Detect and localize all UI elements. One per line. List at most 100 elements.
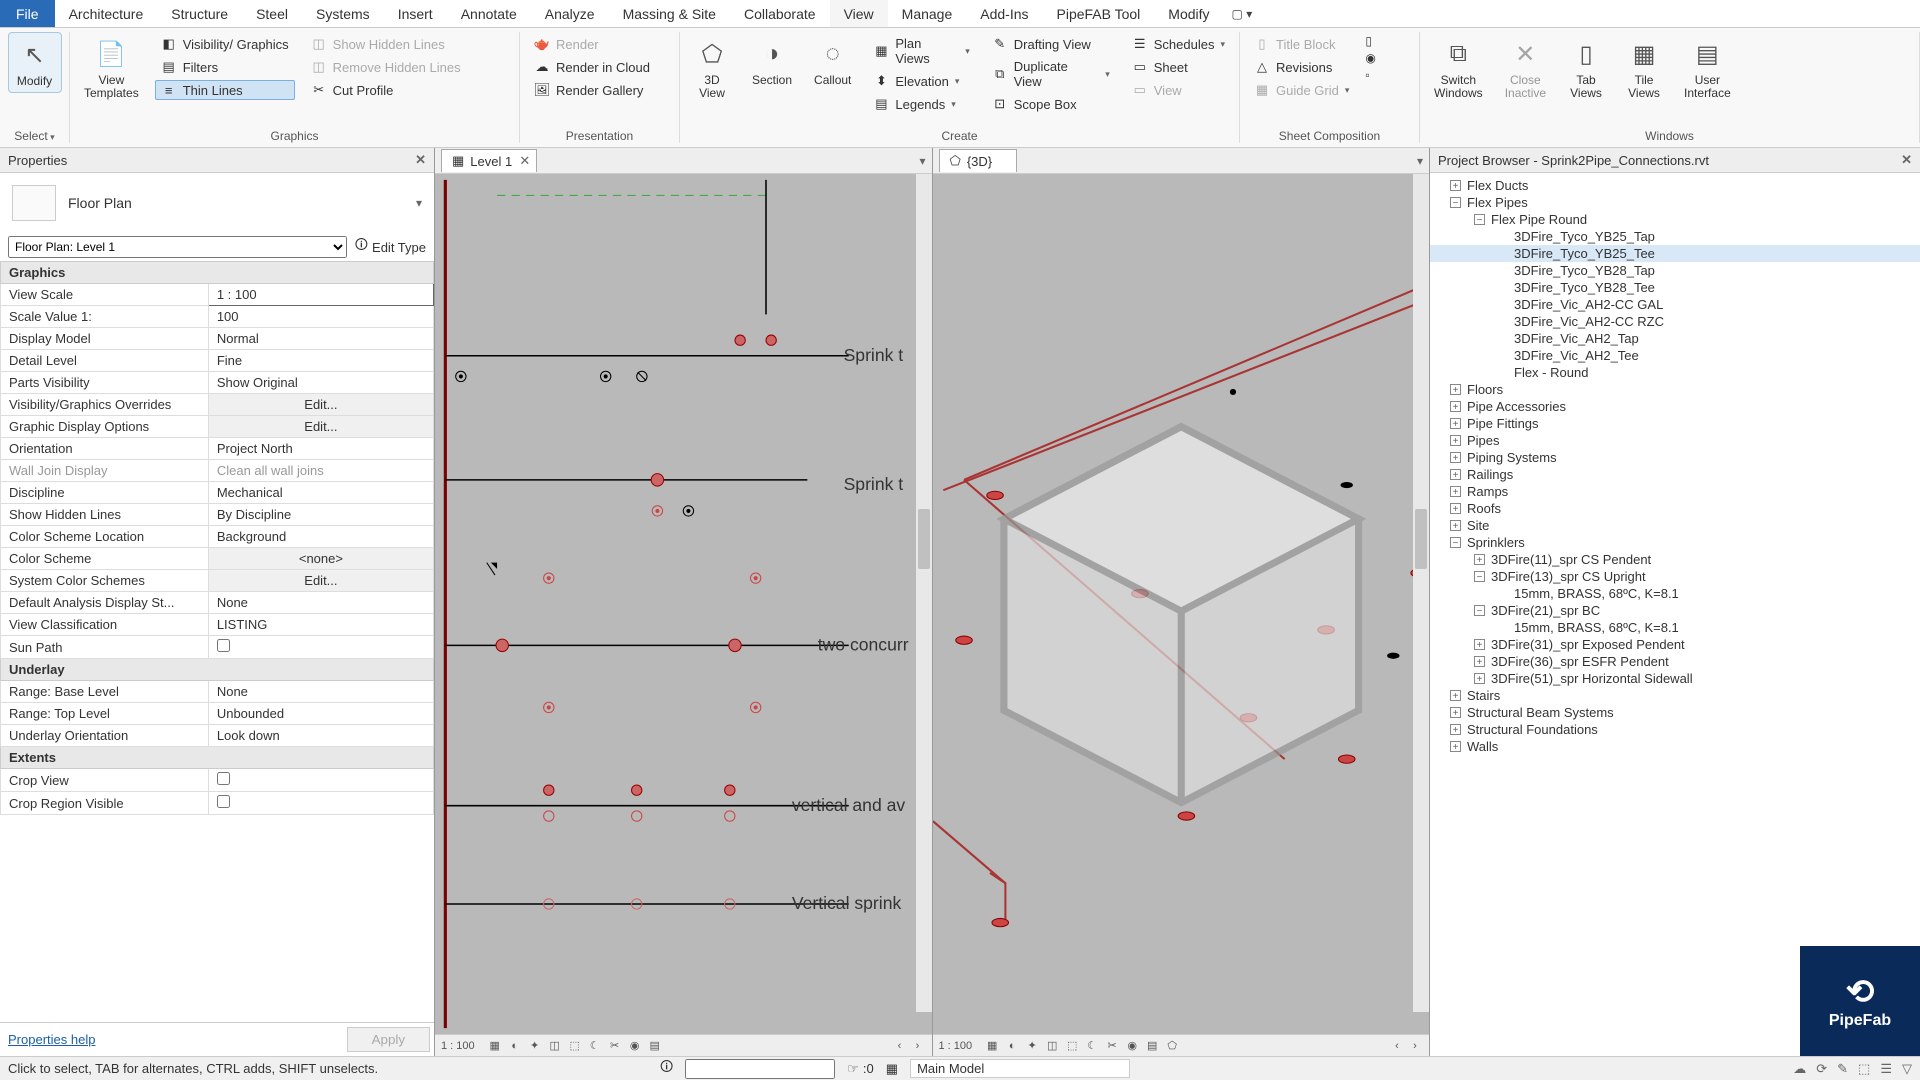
menu-massing[interactable]: Massing & Site <box>609 0 730 27</box>
tree-node[interactable]: +Structural Beam Systems <box>1430 704 1920 721</box>
vc-icon[interactable]: ▦ <box>487 1038 503 1054</box>
type-name[interactable]: Floor Plan <box>68 195 404 211</box>
tree-node[interactable]: +Pipe Fittings <box>1430 415 1920 432</box>
crop-view-checkbox[interactable] <box>208 769 433 792</box>
tree-node[interactable]: +Stairs <box>1430 687 1920 704</box>
vc-icon[interactable]: ✦ <box>1024 1038 1040 1054</box>
vc-icon[interactable]: ▦ <box>984 1038 1000 1054</box>
schedules-button[interactable]: ☰Schedules <box>1126 34 1231 54</box>
close-inactive-button[interactable]: ✕Close Inactive <box>1497 32 1554 104</box>
tree-node[interactable]: +Roofs <box>1430 500 1920 517</box>
menu-architecture[interactable]: Architecture <box>55 0 158 27</box>
guide-grid-button[interactable]: ▦Guide Grid <box>1248 80 1355 100</box>
nav-next-icon[interactable]: › <box>910 1038 926 1054</box>
tree-node[interactable]: +3DFire(36)_spr ESFR Pendent <box>1430 653 1920 670</box>
revisions-button[interactable]: △Revisions <box>1248 57 1355 77</box>
view-button[interactable]: ▭View <box>1126 80 1231 100</box>
analysis-display-field[interactable]: None <box>208 592 433 614</box>
menu-manage[interactable]: Manage <box>888 0 967 27</box>
tab-list-dropdown[interactable]: ▾ <box>919 154 925 168</box>
modify-button[interactable]: ↖ Modify <box>8 32 62 93</box>
vc-icon[interactable]: ✦ <box>527 1038 543 1054</box>
view-cube[interactable] <box>933 174 1430 1034</box>
tree-node[interactable]: +3DFire(31)_spr Exposed Pendent <box>1430 636 1920 653</box>
vc-icon[interactable]: ✂ <box>1104 1038 1120 1054</box>
menu-structure[interactable]: Structure <box>157 0 242 27</box>
tree-node[interactable]: −Flex Pipes <box>1430 194 1920 211</box>
menu-modify[interactable]: Modify <box>1154 0 1223 27</box>
status-icon[interactable]: ▦ <box>886 1061 898 1077</box>
status-btn[interactable]: ▽ <box>1902 1061 1912 1077</box>
scrollbar-vertical[interactable] <box>1413 174 1429 1012</box>
tree-node[interactable]: 3DFire_Vic_AH2-CC RZC <box>1430 313 1920 330</box>
vc-icon[interactable]: ◫ <box>547 1038 563 1054</box>
render-cloud-button[interactable]: ☁Render in Cloud <box>528 57 656 77</box>
vc-icon[interactable]: ◫ <box>1044 1038 1060 1054</box>
show-hidden-button[interactable]: ◫Show Hidden Lines <box>305 34 467 54</box>
tree-node[interactable]: +Walls <box>1430 738 1920 755</box>
file-menu[interactable]: File <box>0 0 55 27</box>
status-btn[interactable]: ☁ <box>1793 1061 1806 1077</box>
tree-node-selected[interactable]: 3DFire_Tyco_YB25_Tee <box>1430 245 1920 262</box>
menu-view[interactable]: View <box>830 0 888 27</box>
title-block-button[interactable]: ▯Title Block <box>1248 34 1355 54</box>
viewport-icon[interactable]: ▫ <box>1365 68 1375 82</box>
tree-node[interactable]: −3DFire(21)_spr BC <box>1430 602 1920 619</box>
detail-level-field[interactable]: Fine <box>208 350 433 372</box>
user-interface-button[interactable]: ▤User Interface <box>1676 32 1739 104</box>
selection-count[interactable]: ☞:0 <box>847 1061 874 1077</box>
thin-lines-button[interactable]: ≡Thin Lines <box>155 80 295 100</box>
tree-node[interactable]: Flex - Round <box>1430 364 1920 381</box>
tree-node[interactable]: +3DFire(11)_spr CS Pendent <box>1430 551 1920 568</box>
render-button[interactable]: 🫖Render <box>528 34 656 54</box>
discipline-field[interactable]: Mechanical <box>208 482 433 504</box>
color-scheme-button[interactable]: <none> <box>208 548 433 570</box>
vc-icon[interactable]: ▤ <box>1144 1038 1160 1054</box>
properties-help-link[interactable]: Properties help <box>4 1032 347 1047</box>
tree-node[interactable]: +Railings <box>1430 466 1920 483</box>
base-level-field[interactable]: None <box>208 681 433 703</box>
tree-node[interactable]: +Floors <box>1430 381 1920 398</box>
tree-node[interactable]: +Structural Foundations <box>1430 721 1920 738</box>
matchline-icon[interactable]: ▯ <box>1365 34 1375 48</box>
section-graphics[interactable]: Graphics <box>1 262 434 284</box>
section-extents[interactable]: Extents <box>1 747 434 769</box>
properties-close-icon[interactable]: ✕ <box>415 152 426 168</box>
underlay-orient-field[interactable]: Look down <box>208 725 433 747</box>
tab-views-button[interactable]: ▯Tab Views <box>1560 32 1612 104</box>
status-search[interactable] <box>685 1059 835 1079</box>
tree-node[interactable]: −Flex Pipe Round <box>1430 211 1920 228</box>
visibility-graphics-button[interactable]: ◧Visibility/ Graphics <box>155 34 295 54</box>
view-class-field[interactable]: LISTING <box>208 614 433 636</box>
menu-insert[interactable]: Insert <box>384 0 447 27</box>
crop-region-checkbox[interactable] <box>208 792 433 815</box>
edit-type-button[interactable]: 🛈Edit Type <box>355 236 426 258</box>
display-model-field[interactable]: Normal <box>208 328 433 350</box>
tree-node[interactable]: 15mm, BRASS, 68ºC, K=8.1 <box>1430 619 1920 636</box>
section-underlay[interactable]: Underlay <box>1 659 434 681</box>
type-dropdown-icon[interactable]: ▾ <box>416 196 422 210</box>
tree-node[interactable]: 3DFire_Vic_AH2_Tap <box>1430 330 1920 347</box>
tab-level1[interactable]: ▦Level 1✕ <box>441 149 537 172</box>
menu-systems[interactable]: Systems <box>302 0 384 27</box>
scrollbar-vertical[interactable] <box>916 174 932 1012</box>
color-scheme-loc-field[interactable]: Background <box>208 526 433 548</box>
tree-node[interactable]: +Piping Systems <box>1430 449 1920 466</box>
view-scale-label[interactable]: 1 : 100 <box>939 1040 973 1052</box>
main-model-selector[interactable]: Main Model <box>910 1059 1130 1078</box>
tree-node[interactable]: 3DFire_Vic_AH2-CC GAL <box>1430 296 1920 313</box>
sheet-button[interactable]: ▭Sheet <box>1126 57 1231 77</box>
filters-button[interactable]: ▤Filters <box>155 57 295 77</box>
remove-hidden-button[interactable]: ◫Remove Hidden Lines <box>305 57 467 77</box>
tab-list-dropdown[interactable]: ▾ <box>1417 154 1423 168</box>
tile-views-button[interactable]: ▦Tile Views <box>1618 32 1670 104</box>
elevation-button[interactable]: ⬍Elevation <box>867 71 975 91</box>
graphic-display-button[interactable]: Edit... <box>208 416 433 438</box>
top-level-field[interactable]: Unbounded <box>208 703 433 725</box>
status-btn[interactable]: ☰ <box>1880 1061 1892 1077</box>
vg-overrides-button[interactable]: Edit... <box>208 394 433 416</box>
status-btn[interactable]: ✎ <box>1837 1061 1848 1077</box>
drafting-view-button[interactable]: ✎Drafting View <box>986 34 1116 54</box>
menu-annotate[interactable]: Annotate <box>447 0 531 27</box>
section-button[interactable]: ◑Section <box>744 32 800 91</box>
